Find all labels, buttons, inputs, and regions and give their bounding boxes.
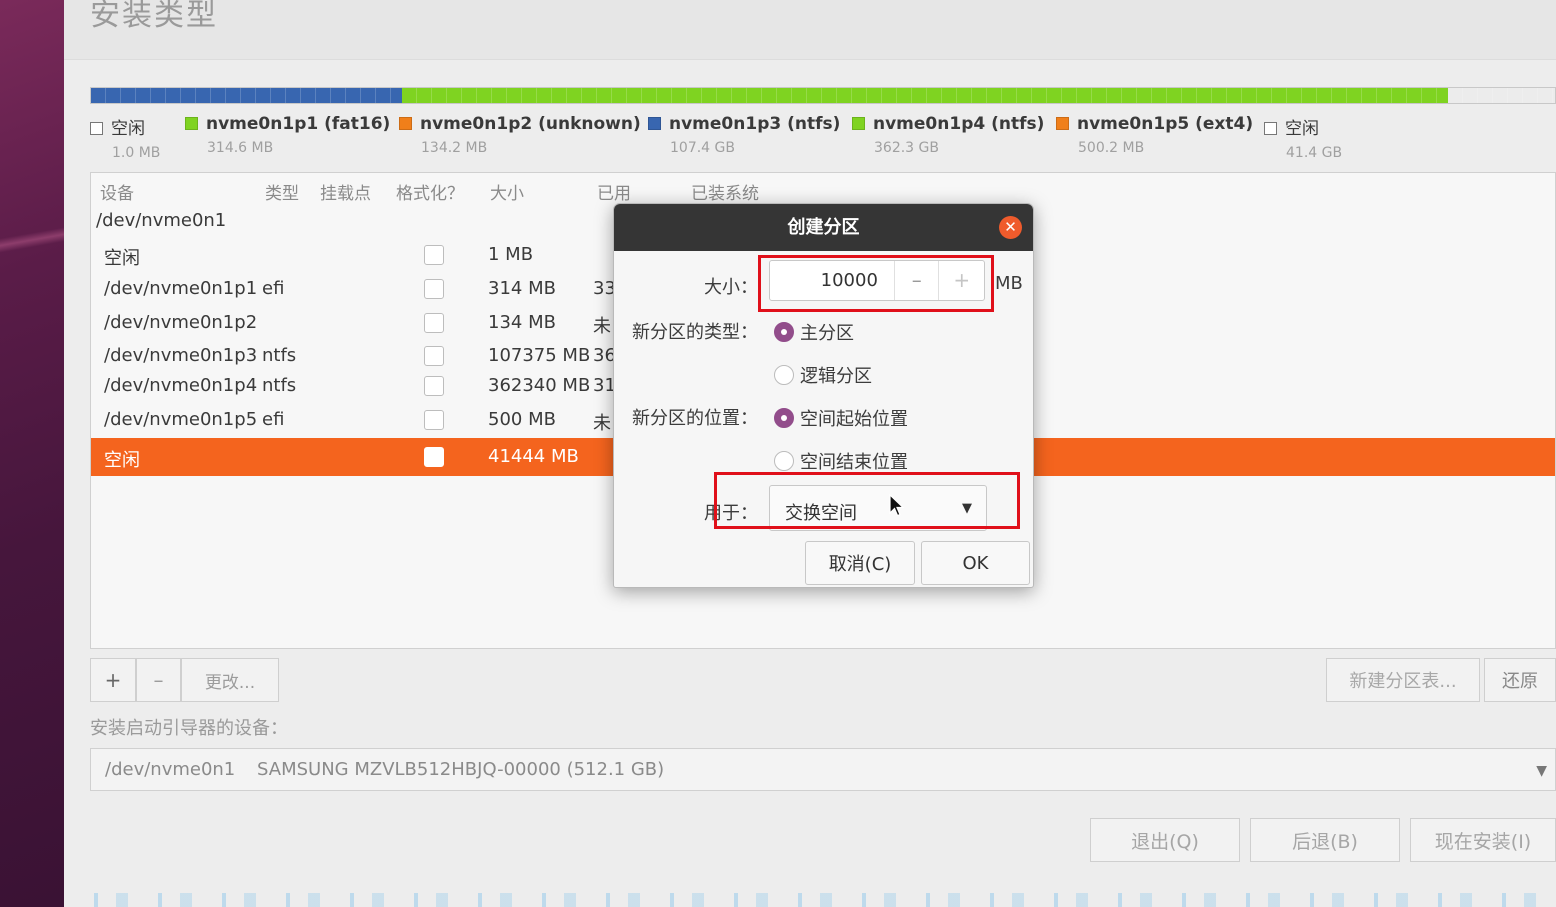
page-title: 安装类型 <box>90 0 218 33</box>
quit-button[interactable]: 退出(Q) <box>1090 818 1240 862</box>
col-device: 设备 <box>100 184 134 204</box>
table-header: 设备 类型 挂载点 格式化？ 大小 已用 已装系统 <box>91 179 1555 204</box>
legend-item: nvme0n1p5 (ext4) 500.2 MB <box>1056 114 1253 156</box>
legend-swatch <box>1264 122 1277 135</box>
legend-item: nvme0n1p3 (ntfs) 107.4 GB <box>648 114 840 156</box>
legend-item: nvme0n1p2 (unknown) 134.2 MB <box>399 114 641 156</box>
partition-legend: 空闲 1.0 MB nvme0n1p1 (fat16) 314.6 MB nvm… <box>90 114 1556 164</box>
col-size: 大小 <box>490 184 524 204</box>
dialog-title: 创建分区 <box>787 217 860 238</box>
table-toolbar: + – 更改... <box>90 658 279 702</box>
screen-bottom-artifact <box>64 893 1556 907</box>
revert-button[interactable]: 还原 <box>1484 658 1556 702</box>
radio-selected-icon <box>774 408 794 428</box>
cancel-button[interactable]: 取消(C) <box>805 541 915 585</box>
mouse-cursor-icon <box>889 494 905 517</box>
radio-unselected-icon <box>774 451 794 471</box>
ok-button[interactable]: OK <box>921 541 1030 585</box>
partition-bar-segment-ntfs-p4 <box>402 88 1448 103</box>
close-icon[interactable]: ✕ <box>999 216 1022 239</box>
partition-bar-segment-ntfs-p3 <box>91 88 402 103</box>
format-checkbox[interactable] <box>424 279 444 299</box>
col-type: 类型 <box>265 184 299 204</box>
legend-swatch <box>648 117 661 130</box>
use-as-highlight-box <box>714 472 1020 529</box>
radio-location-start[interactable]: 空间起始位置 <box>774 405 908 431</box>
col-used: 已用 <box>597 184 631 204</box>
partition-location-label: 新分区的位置： <box>632 408 758 429</box>
format-checkbox[interactable] <box>424 447 444 467</box>
dialog-titlebar: 创建分区 ✕ <box>614 204 1033 251</box>
partition-bar-segment-free <box>1448 88 1555 103</box>
radio-location-end[interactable]: 空间结束位置 <box>774 448 908 474</box>
add-partition-button[interactable]: + <box>90 658 136 702</box>
partition-type-label: 新分区的类型： <box>632 322 758 343</box>
legend-item: nvme0n1p4 (ntfs) 362.3 GB <box>852 114 1044 156</box>
col-system: 已装系统 <box>691 184 759 204</box>
size-highlight-box <box>758 255 994 312</box>
change-partition-button[interactable]: 更改... <box>181 658 279 702</box>
legend-swatch <box>185 117 198 130</box>
radio-unselected-icon <box>774 365 794 385</box>
format-checkbox[interactable] <box>424 410 444 430</box>
desktop-wallpaper <box>0 0 64 907</box>
remove-partition-button[interactable]: – <box>136 658 181 702</box>
install-now-button[interactable]: 现在安装(I) <box>1410 818 1556 862</box>
format-checkbox[interactable] <box>424 376 444 396</box>
col-mount: 挂载点 <box>320 184 371 204</box>
legend-swatch <box>852 117 865 130</box>
size-unit: MB <box>995 273 1023 294</box>
format-checkbox[interactable] <box>424 346 444 366</box>
boot-device-select[interactable]: /dev/nvme0n1 SAMSUNG MZVLB512HBJQ-00000 … <box>90 748 1556 791</box>
new-partition-table-button[interactable]: 新建分区表... <box>1326 658 1480 702</box>
table-right-toolbar: 新建分区表... 还原 <box>1326 658 1556 702</box>
header-area <box>64 0 1556 60</box>
navigation-buttons: 退出(Q) 后退(B) 现在安装(I) <box>1090 818 1556 862</box>
format-checkbox[interactable] <box>424 245 444 265</box>
back-button[interactable]: 后退(B) <box>1250 818 1400 862</box>
format-checkbox[interactable] <box>424 313 444 333</box>
legend-swatch <box>1056 117 1069 130</box>
radio-logical[interactable]: 逻辑分区 <box>774 362 872 388</box>
boot-loader-label: 安装启动引导器的设备： <box>90 718 288 739</box>
size-label: 大小： <box>704 277 758 298</box>
legend-item: 空闲 41.4 GB <box>1264 114 1342 161</box>
radio-selected-icon <box>774 322 794 342</box>
legend-item: 空闲 1.0 MB <box>90 114 160 161</box>
legend-item: nvme0n1p1 (fat16) 314.6 MB <box>185 114 390 156</box>
chevron-down-icon: ▼ <box>1536 763 1547 779</box>
radio-primary[interactable]: 主分区 <box>774 319 854 345</box>
partition-bar <box>90 87 1556 104</box>
legend-swatch <box>399 117 412 130</box>
col-format: 格式化？ <box>396 184 464 204</box>
legend-swatch <box>90 122 103 135</box>
